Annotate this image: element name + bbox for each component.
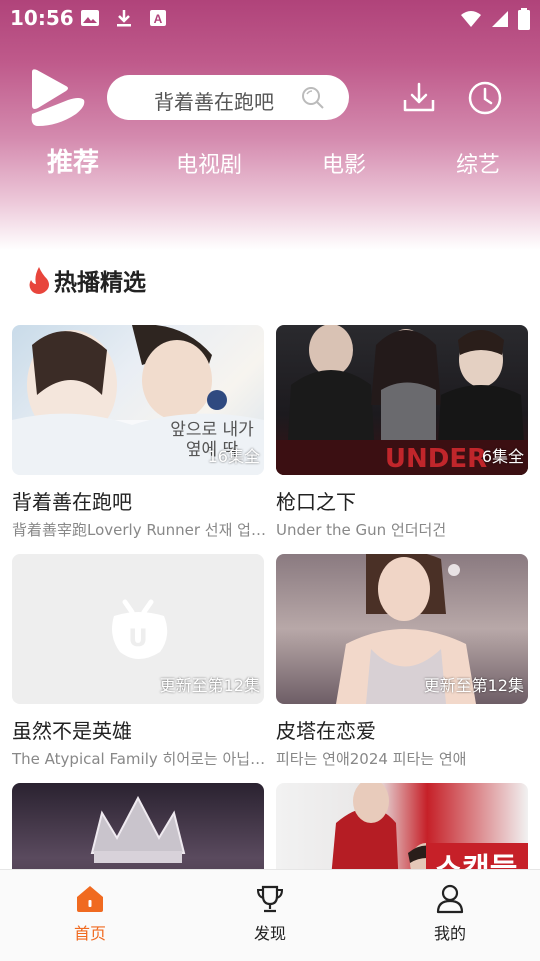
svg-text:앞으로 내가: 앞으로 내가 — [170, 420, 254, 440]
trophy-icon — [256, 885, 284, 913]
svg-text:U: U — [128, 624, 148, 652]
nav-profile-label: 我的 — [433, 924, 466, 943]
nav-home[interactable]: 首页 — [45, 884, 135, 944]
section-title: 热播精选 — [54, 270, 146, 296]
download-icon[interactable] — [401, 80, 437, 116]
card-title[interactable]: 枪口之下 — [276, 486, 528, 515]
wifi-icon — [461, 11, 481, 27]
card-title[interactable]: 背着善在跑吧 — [12, 486, 264, 515]
drama-card[interactable]: UNDER 6集全 枪口之下 Under the Gun 언더더건 — [276, 325, 528, 540]
status-time: 10:56 — [10, 6, 74, 30]
card-subtitle: 피타는 연애2024 피타는 연애 — [276, 750, 467, 768]
episode-badge: 16集全 — [207, 447, 260, 466]
card-subtitle: The Atypical Family 히어로는 아닙… — [12, 750, 266, 768]
card-subtitle: Under the Gun 언더더건 — [276, 521, 447, 539]
app-a-icon: A — [150, 10, 166, 26]
poster-thumbnail[interactable]: U 更新至第12集 — [12, 554, 264, 704]
nav-home-label: 首页 — [73, 924, 106, 943]
drama-card[interactable]: 앞으로 내가 옆에 딱 16集全 背着善在跑吧 背着善宰跑Loverly Run… — [12, 325, 266, 540]
svg-text:UNDER: UNDER — [385, 444, 487, 474]
poster-thumbnail[interactable]: 更新至第12集 — [276, 554, 528, 704]
episode-badge: 6集全 — [481, 447, 524, 466]
episode-badge: 更新至第12集 — [159, 676, 260, 695]
poster-thumbnail[interactable]: 앞으로 내가 옆에 딱 16集全 — [12, 325, 264, 475]
card-title[interactable]: 虽然不是英雄 — [12, 715, 264, 744]
search-icon[interactable] — [300, 85, 326, 111]
app-logo[interactable] — [28, 68, 86, 128]
card-subtitle: 背着善宰跑Loverly Runner 선재 업… — [12, 521, 266, 539]
episode-badge: 更新至第12集 — [423, 676, 524, 695]
tab-variety[interactable]: 综艺 — [456, 147, 500, 179]
tab-tv-series[interactable]: 电视剧 — [176, 147, 242, 179]
status-notification-icons: A — [80, 8, 168, 28]
search-box[interactable]: 背着善在跑吧 — [107, 75, 349, 120]
status-bar: 10:56 A — [0, 0, 540, 36]
battery-icon — [518, 8, 530, 30]
nav-discover-label: 发现 — [253, 924, 286, 943]
download-status-icon — [117, 10, 131, 27]
home-icon — [77, 886, 103, 912]
tab-movies[interactable]: 电影 — [322, 147, 366, 179]
flame-icon — [29, 267, 49, 294]
bottom-navigation: 首页 发现 我的 — [0, 869, 540, 961]
search-placeholder: 背着善在跑吧 — [154, 90, 274, 114]
signal-icon — [492, 11, 508, 27]
tab-recommend[interactable]: 推荐 — [47, 142, 99, 179]
svg-text:A: A — [154, 12, 163, 26]
drama-card[interactable]: 更新至第12集 皮塔在恋爱 피타는 연애2024 피타는 연애 — [276, 554, 528, 769]
section-header: 热播精选 — [28, 262, 146, 298]
image-icon — [81, 10, 99, 26]
card-title[interactable]: 皮塔在恋爱 — [276, 715, 528, 744]
poster-thumbnail[interactable]: UNDER 6集全 — [276, 325, 528, 475]
user-icon — [436, 884, 464, 914]
status-system-icons — [460, 8, 530, 30]
nav-discover[interactable]: 发现 — [225, 884, 315, 944]
history-icon[interactable] — [467, 80, 503, 116]
category-tabs: 推荐 电视剧 电影 综艺 — [0, 142, 540, 186]
drama-card[interactable]: U 更新至第12集 虽然不是英雄 The Atypical Family 히어로… — [12, 554, 265, 769]
nav-profile[interactable]: 我的 — [405, 884, 495, 944]
